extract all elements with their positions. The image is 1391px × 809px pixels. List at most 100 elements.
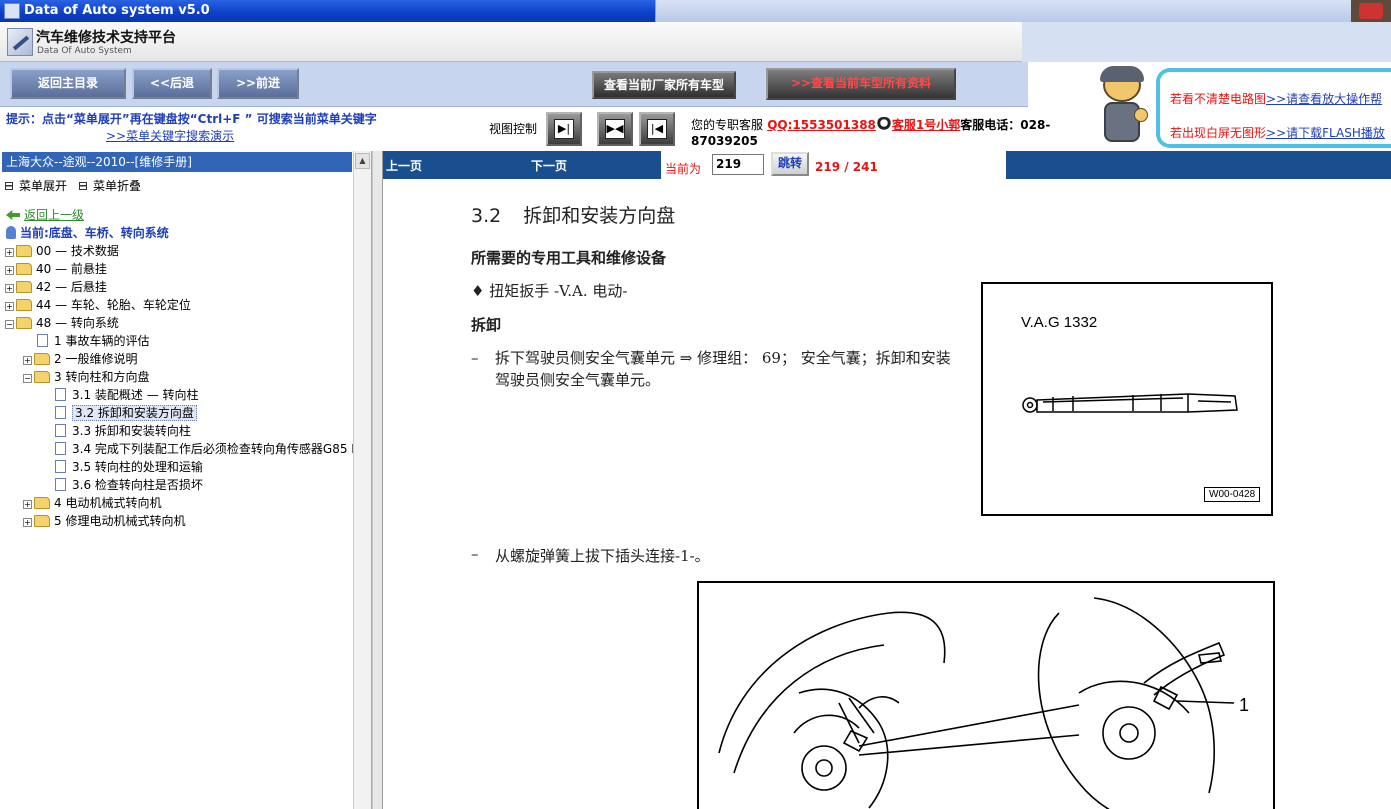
expand-plus-icon[interactable]: + [5, 266, 14, 275]
qq-link[interactable]: QQ:1553501388 [767, 118, 876, 132]
step-2-text: 从螺旋弹簧上拔下插头连接-1-。 [495, 547, 710, 565]
removal-heading: 拆卸 [471, 316, 502, 334]
folder-open-icon [34, 371, 50, 383]
jump-button[interactable]: 跳转 [771, 152, 809, 176]
sidebar-scrollbar[interactable]: ▲ [353, 151, 371, 809]
tree-item-label: 5 修理电动机械式转向机 [54, 514, 186, 528]
menu-collapse-toggle[interactable]: 菜单折叠 [79, 177, 141, 194]
hint-row: 提示：点击“菜单展开”再在键盘按“Ctrl+F ” 可搜索当前菜单关键字 >>菜… [0, 107, 1050, 151]
hint-text: 提示：点击“菜单展开”再在键盘按“Ctrl+F ” 可搜索当前菜单关键字 [6, 112, 377, 126]
section-title-text: 拆卸和安装方向盘 [523, 205, 676, 227]
nav-toolbar: 返回主目录 <<后退 >>前进 查看当前厂家所有车型 >>查看当前车型所有资料 [0, 62, 1028, 107]
back-up-link[interactable]: 返回上一级 [6, 206, 84, 224]
document-icon [55, 388, 66, 401]
tree-item-48-3[interactable]: − 3 转向柱和方向盘 [23, 368, 149, 386]
expand-plus-icon[interactable]: + [5, 302, 14, 311]
page-number-input[interactable]: 219 [712, 154, 764, 175]
tree-item-3-4[interactable]: 3.4 完成下列装配工作后必须检查转向角传感器G85 I [55, 440, 353, 458]
step-dash: – [471, 349, 479, 367]
torque-wrench-drawing [1022, 393, 1238, 413]
back-up-label: 返回上一级 [24, 208, 85, 222]
support-prefix: 您的专职客服 [691, 118, 764, 132]
ad-line-2-text: 若出现白屏无图形 [1170, 126, 1267, 140]
section-number: 3.2 [471, 205, 502, 227]
wrench-logo-icon [7, 28, 33, 56]
prev-page-link[interactable]: 上一页 [386, 157, 422, 174]
step-1-text: 拆下驾驶员侧安全气囊单元 ⇒ 修理组： 69； 安全气囊；拆卸和安装驾驶员侧安全… [495, 349, 951, 389]
brand-bar: 汽车维修技术支持平台 Data Of Auto System [0, 22, 1391, 62]
view-left-button[interactable]: |◀ [639, 112, 675, 146]
home-button[interactable]: 返回主目录 [10, 68, 126, 99]
all-data-button[interactable]: >>查看当前车型所有资料 [766, 68, 956, 100]
qq-penguin-icon[interactable] [875, 117, 892, 132]
folder-icon [34, 515, 50, 527]
view-expand-button[interactable]: ▶| [546, 112, 582, 146]
tree-item-42[interactable]: +42 — 后悬挂 [5, 278, 107, 296]
tree-item-3-1[interactable]: 3.1 装配概述 — 转向柱 [55, 386, 199, 404]
flash-download-link[interactable]: >>请下载FLASH播放 [1266, 126, 1385, 140]
tree-item-44[interactable]: +44 — 车轮、轮胎、车轮定位 [5, 296, 191, 314]
back-button[interactable]: <<后退 [132, 68, 212, 99]
tree-item-label: 3 转向柱和方向盘 [54, 370, 150, 384]
tree-item-label: 3.5 转向柱的处理和运输 [72, 460, 203, 474]
tree-item-label: 3.6 检查转向柱是否损坏 [72, 478, 203, 492]
ad-line-1-text: 若看不清楚电路图 [1170, 92, 1267, 106]
search-demo-link[interactable]: >>菜单关键字搜索演示 [106, 127, 234, 144]
tree-item-00[interactable]: +00 — 技术数据 [5, 242, 119, 260]
mechanic-mascot-icon [1086, 64, 1156, 150]
window-title: Data of Auto system v5.0 [24, 3, 210, 18]
steering-wheel-drawing [718, 597, 1235, 809]
folder-icon [34, 353, 50, 365]
menu-collapse-label: 菜单折叠 [93, 179, 142, 193]
tree-item-3-6[interactable]: 3.6 检查转向柱是否损坏 [55, 476, 203, 494]
expand-plus-icon[interactable]: + [23, 356, 32, 365]
expand-plus-icon[interactable]: + [23, 500, 32, 509]
callout-1: 1 [1239, 695, 1250, 715]
view-split-icon: ▶◀ [605, 119, 625, 139]
tree-item-label: 3.4 完成下列装配工作后必须检查转向角传感器G85 I [72, 442, 353, 456]
agent-link[interactable]: 客服1号小郭 [892, 118, 960, 132]
expand-plus-icon[interactable]: + [23, 518, 32, 527]
tree-item-3-3[interactable]: 3.3 拆卸和安装转向柱 [55, 422, 191, 440]
folder-icon [16, 245, 32, 257]
collapse-minus-icon[interactable]: − [5, 320, 14, 329]
page-count: 219 / 241 [815, 160, 878, 174]
forward-button[interactable]: >>前进 [217, 68, 299, 99]
pager-bar: 上一页 下一页 当前为 219 跳转 219 / 241 [383, 151, 1391, 179]
phone-label: 客服电话：028- [960, 118, 1051, 132]
tree-item-48-1[interactable]: 1 事故车辆的评估 [37, 332, 149, 350]
maker-models-button[interactable]: 查看当前厂家所有车型 [592, 71, 736, 99]
tree-item-label: 00 — 技术数据 [36, 244, 119, 258]
expand-plus-icon[interactable]: + [5, 284, 14, 293]
next-page-link[interactable]: 下一页 [531, 157, 567, 174]
tree-item-48-2[interactable]: +2 一般维修说明 [23, 350, 137, 368]
tree-item-label: 3.3 拆卸和安装转向柱 [72, 424, 191, 438]
tree-item-3-2[interactable]: 3.2 拆卸和安装方向盘 [55, 404, 197, 422]
steering-wheel-figure: 1 [697, 581, 1275, 809]
view-split-button[interactable]: ▶◀ [597, 112, 633, 146]
panel-splitter[interactable] [372, 151, 383, 809]
ad-line-2: 若出现白屏无图形>>请下载FLASH播放 [1170, 124, 1385, 141]
tree-item-48-5[interactable]: +5 修理电动机械式转向机 [23, 512, 185, 530]
scroll-up-arrow-icon[interactable]: ▲ [355, 153, 370, 169]
document-icon [37, 334, 48, 347]
sidebar: 上海大众--途观--2010--[维修手册] 菜单展开 菜单折叠 返回上一级 当… [0, 151, 372, 809]
tree-item-3-5[interactable]: 3.5 转向柱的处理和运输 [55, 458, 203, 476]
tree-item-48-4[interactable]: +4 电动机械式转向机 [23, 494, 161, 512]
tree-item-48[interactable]: − 48 — 转向系统 [5, 314, 119, 332]
zoom-help-link[interactable]: >>请查看放大操作帮 [1266, 92, 1382, 106]
view-right-icon: ▶| [554, 119, 574, 139]
sidebar-header: 上海大众--途观--2010--[维修手册] [2, 152, 352, 172]
current-page-label: 当前为 [665, 162, 702, 176]
step-2: – 从螺旋弹簧上拔下插头连接-1-。 [471, 545, 710, 566]
tools-heading: 所需要的专用工具和维修设备 [471, 249, 667, 267]
menu-expand-toggle[interactable]: 菜单展开 [5, 177, 67, 194]
tree-item-label: 48 — 转向系统 [36, 316, 119, 330]
tree-item-label: 40 — 前悬挂 [36, 262, 107, 276]
collapse-minus-icon[interactable]: − [23, 374, 32, 383]
expand-plus-icon[interactable]: + [5, 248, 14, 257]
tree-item-label-selected: 3.2 拆卸和安装方向盘 [72, 405, 197, 421]
tree-item-40[interactable]: +40 — 前悬挂 [5, 260, 107, 278]
current-path-label: 当前:底盘、车桥、转向系统 [20, 226, 169, 240]
collapse-icon [79, 182, 87, 190]
